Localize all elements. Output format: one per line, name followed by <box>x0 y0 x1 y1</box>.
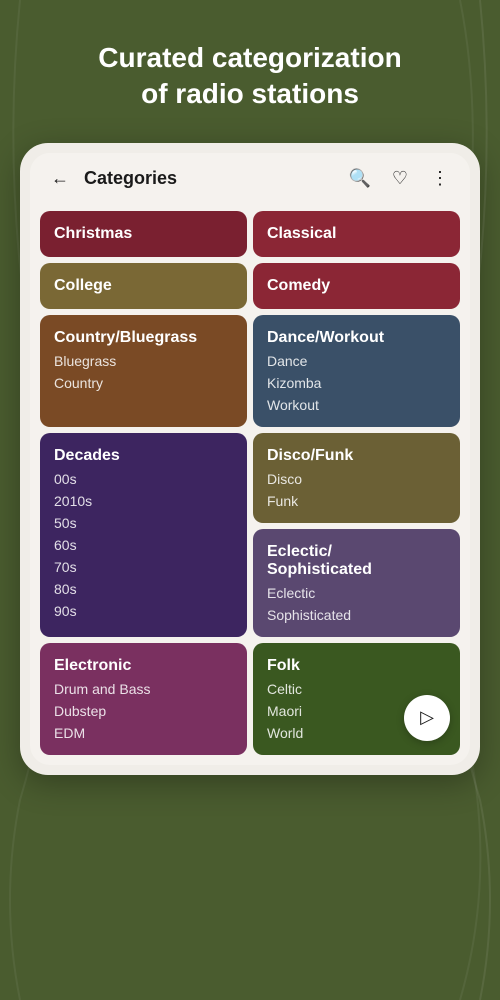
category-sublabel: Eclectic <box>267 585 446 601</box>
top-bar: ← Categories 🔍 ♡ ⋮ <box>30 153 470 205</box>
back-icon[interactable]: ← <box>46 165 74 193</box>
category-sublabel: Drum and Bass <box>54 681 233 697</box>
category-label: Comedy <box>267 277 446 295</box>
category-sublabel: Dance <box>267 353 446 369</box>
category-label: Dance/Workout <box>267 329 446 347</box>
list-item[interactable]: College <box>40 263 247 309</box>
top-bar-left: ← Categories <box>46 165 177 193</box>
category-label: Disco/Funk <box>267 447 446 465</box>
category-sublabel: Workout <box>267 397 446 413</box>
category-sublabel: 80s <box>54 581 233 597</box>
category-label: Electronic <box>54 657 233 675</box>
category-label: Folk <box>267 657 446 675</box>
category-sublabel: 50s <box>54 515 233 531</box>
list-item[interactable]: Eclectic/Sophisticated Eclectic Sophisti… <box>253 529 460 637</box>
right-col-group: Disco/Funk Disco Funk Eclectic/Sophistic… <box>253 433 460 637</box>
category-label: Eclectic/Sophisticated <box>267 543 446 579</box>
more-icon[interactable]: ⋮ <box>426 165 454 193</box>
category-sublabel: EDM <box>54 725 233 741</box>
list-item[interactable]: Comedy <box>253 263 460 309</box>
top-bar-icons: 🔍 ♡ ⋮ <box>346 165 454 193</box>
phone-screen: ← Categories 🔍 ♡ ⋮ Christmas Classical <box>30 153 470 765</box>
list-item[interactable]: Electronic Drum and Bass Dubstep EDM <box>40 643 247 755</box>
page-title: Categories <box>84 168 177 189</box>
category-sublabel: Funk <box>267 493 446 509</box>
category-sublabel: Country <box>54 375 233 391</box>
category-label: Decades <box>54 447 233 465</box>
category-sublabel: Sophisticated <box>267 607 446 623</box>
heart-icon[interactable]: ♡ <box>386 165 414 193</box>
categories-grid: Christmas Classical College Comedy Count… <box>30 205 470 765</box>
list-item[interactable]: Country/Bluegrass Bluegrass Country <box>40 315 247 427</box>
list-item[interactable]: Dance/Workout Dance Kizomba Workout <box>253 315 460 427</box>
category-sublabel: 00s <box>54 471 233 487</box>
category-label: College <box>54 277 233 295</box>
category-sublabel: Bluegrass <box>54 353 233 369</box>
category-label: Christmas <box>54 225 233 243</box>
search-icon[interactable]: 🔍 <box>346 165 374 193</box>
category-sublabel: 90s <box>54 603 233 619</box>
hero-section: Curated categorization of radio stations <box>0 0 500 133</box>
category-label: Country/Bluegrass <box>54 329 233 347</box>
category-sublabel: Kizomba <box>267 375 446 391</box>
category-sublabel: Disco <box>267 471 446 487</box>
category-sublabel: 60s <box>54 537 233 553</box>
phone-frame: ← Categories 🔍 ♡ ⋮ Christmas Classical <box>20 143 480 775</box>
category-sublabel: 70s <box>54 559 233 575</box>
phone-inner-wrap: ← Categories 🔍 ♡ ⋮ Christmas Classical <box>30 153 470 765</box>
category-label: Classical <box>267 225 446 243</box>
category-sublabel: Celtic <box>267 681 446 697</box>
list-item[interactable]: Decades 00s 2010s 50s 60s 70s 80s 90s <box>40 433 247 637</box>
fab-button[interactable]: ▷ <box>404 695 450 741</box>
list-item[interactable]: Christmas <box>40 211 247 257</box>
category-sublabel: 2010s <box>54 493 233 509</box>
hero-title: Curated categorization of radio stations <box>20 40 480 113</box>
list-item[interactable]: Disco/Funk Disco Funk <box>253 433 460 523</box>
list-item[interactable]: Classical <box>253 211 460 257</box>
category-sublabel: Dubstep <box>54 703 233 719</box>
